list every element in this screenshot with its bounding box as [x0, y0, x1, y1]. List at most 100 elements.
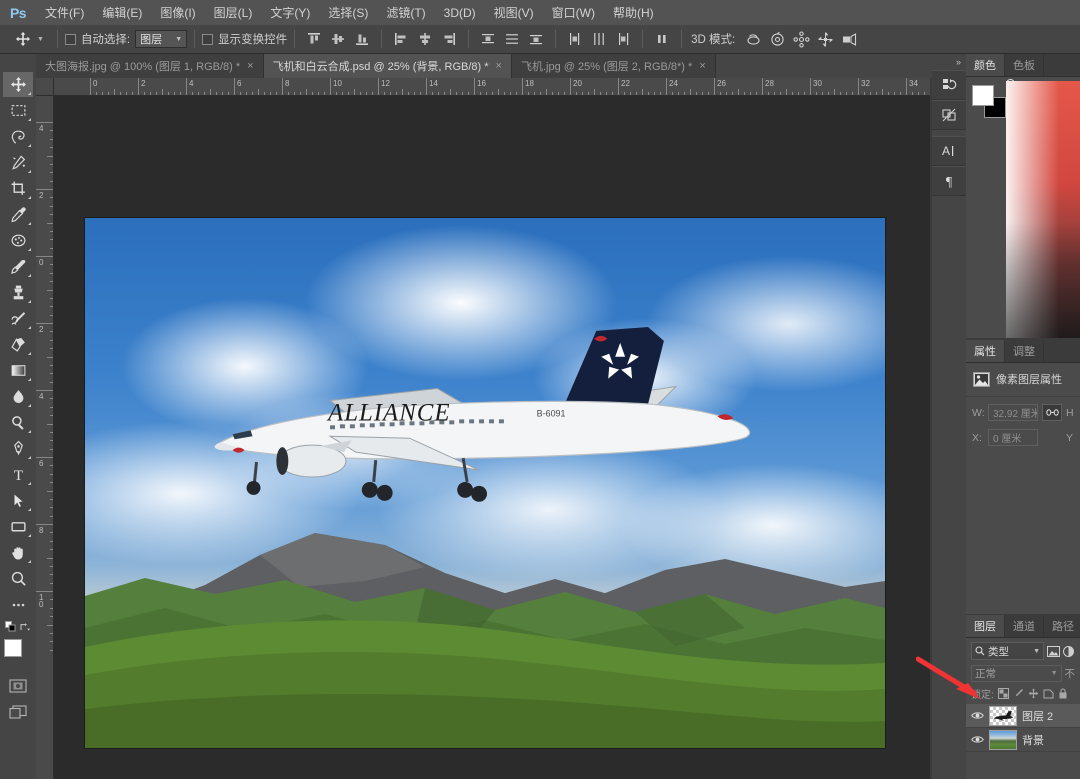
layer-filter-dropdown[interactable]: 类型 ▼	[971, 642, 1044, 660]
auto-select-dropdown[interactable]: 图层 ▼	[135, 30, 187, 48]
quick-mask-mode-icon[interactable]	[3, 673, 33, 698]
foreground-color-swatch[interactable]	[4, 639, 22, 657]
rotate-3d-icon[interactable]	[741, 28, 765, 50]
menu-item-3d[interactable]: 3D(D)	[435, 0, 485, 25]
lasso-tool-icon[interactable]	[3, 124, 33, 149]
layer-thumbnail[interactable]	[989, 706, 1017, 726]
layer-row-2[interactable]: 背景	[966, 728, 1080, 752]
tab-layers[interactable]: 图层	[966, 615, 1005, 637]
menu-item-help[interactable]: 帮助(H)	[604, 0, 663, 25]
tool-preset-chevron-icon[interactable]: ▼	[37, 36, 44, 43]
paragraph-panel-icon[interactable]: ¶	[932, 166, 966, 196]
align-more-icon[interactable]	[650, 28, 674, 50]
color-picker-marker[interactable]	[1006, 79, 1015, 88]
layer-comps-panel-icon[interactable]	[932, 100, 966, 130]
x-field[interactable]: 0 厘米	[988, 429, 1038, 446]
lock-all-icon[interactable]	[1058, 688, 1068, 699]
lock-transparent-pixels-icon[interactable]	[998, 688, 1009, 699]
align-vertical-centers-icon[interactable]	[326, 28, 350, 50]
menu-item-file[interactable]: 文件(F)	[36, 0, 93, 25]
character-panel-icon[interactable]: A	[932, 136, 966, 166]
menu-item-type[interactable]: 文字(Y)	[261, 0, 319, 25]
spot-healing-brush-tool-icon[interactable]	[3, 228, 33, 253]
align-right-edges-icon[interactable]	[437, 28, 461, 50]
menu-item-select[interactable]: 选择(S)	[319, 0, 377, 25]
canvas-area[interactable]: ALLIANCE B-6091	[54, 96, 930, 779]
history-brush-tool-icon[interactable]	[3, 306, 33, 331]
foreground-color-swatch[interactable]	[972, 85, 994, 106]
menu-item-view[interactable]: 视图(V)	[485, 0, 543, 25]
distribute-top-edges-icon[interactable]	[476, 28, 500, 50]
move-tool-icon[interactable]	[3, 72, 33, 97]
tab-color[interactable]: 颜色	[966, 54, 1005, 76]
distribute-horizontal-centers-icon[interactable]	[587, 28, 611, 50]
foreground-background-swatches[interactable]	[3, 639, 33, 669]
blend-mode-dropdown[interactable]: 正常 ▼	[971, 665, 1062, 682]
eraser-tool-icon[interactable]	[3, 332, 33, 357]
color-spectrum-ramp[interactable]	[1006, 81, 1080, 338]
layer-row-1[interactable]: 图层 2	[966, 704, 1080, 728]
document-tab-3[interactable]: 飞机.jpg @ 25% (图层 2, RGB/8*) * ×	[512, 54, 716, 78]
move-tool-icon[interactable]	[10, 28, 36, 50]
menu-item-image[interactable]: 图像(I)	[151, 0, 204, 25]
slide-3d-icon[interactable]	[813, 28, 837, 50]
clone-stamp-tool-icon[interactable]	[3, 280, 33, 305]
history-panel-icon[interactable]	[932, 70, 966, 100]
auto-select-checkbox[interactable]	[65, 34, 76, 45]
quick-selection-tool-icon[interactable]	[3, 150, 33, 175]
blur-tool-icon[interactable]	[3, 384, 33, 409]
eyedropper-tool-icon[interactable]	[3, 202, 33, 227]
distribute-vertical-centers-icon[interactable]	[500, 28, 524, 50]
document-tab-1[interactable]: 大图海报.jpg @ 100% (图层 1, RGB/8) * ×	[36, 54, 264, 78]
eye-visibility-icon[interactable]	[970, 711, 984, 720]
rectangular-marquee-tool-icon[interactable]	[3, 98, 33, 123]
crop-tool-icon[interactable]	[3, 176, 33, 201]
menu-item-edit[interactable]: 编辑(E)	[93, 0, 151, 25]
align-top-edges-icon[interactable]	[302, 28, 326, 50]
screen-mode-icon[interactable]	[3, 699, 33, 724]
vertical-ruler[interactable]: 420246810	[36, 96, 54, 779]
show-transform-controls-checkbox[interactable]	[202, 34, 213, 45]
distribute-bottom-edges-icon[interactable]	[524, 28, 548, 50]
tab-swatches[interactable]: 色板	[1005, 54, 1044, 76]
brush-tool-icon[interactable]	[3, 254, 33, 279]
pen-tool-icon[interactable]	[3, 436, 33, 461]
distribute-left-edges-icon[interactable]	[563, 28, 587, 50]
roll-3d-icon[interactable]	[765, 28, 789, 50]
link-dimensions-icon[interactable]	[1042, 404, 1062, 421]
lock-image-pixels-icon[interactable]	[1013, 688, 1024, 699]
type-tool-icon[interactable]: T	[3, 462, 33, 487]
color-panel-body[interactable]	[966, 77, 1080, 338]
drag-3d-icon[interactable]	[789, 28, 813, 50]
align-bottom-edges-icon[interactable]	[350, 28, 374, 50]
horizontal-ruler[interactable]: 0246810121416182022242628303234	[54, 78, 930, 96]
width-field[interactable]: 32.92 厘米	[988, 404, 1038, 421]
close-icon[interactable]: ×	[247, 61, 253, 72]
align-horizontal-centers-icon[interactable]	[413, 28, 437, 50]
path-selection-tool-icon[interactable]	[3, 488, 33, 513]
tab-properties[interactable]: 属性	[966, 340, 1005, 362]
collapse-panels-icon[interactable]: »	[932, 54, 966, 70]
dodge-tool-icon[interactable]	[3, 410, 33, 435]
filter-adjustment-icon[interactable]	[1063, 646, 1075, 657]
eye-visibility-icon[interactable]	[970, 735, 984, 744]
rectangle-tool-icon[interactable]	[3, 514, 33, 539]
chevron-down-icon[interactable]: ▼	[1033, 648, 1040, 655]
edit-toolbar-icon[interactable]	[3, 592, 33, 617]
ruler-origin-corner[interactable]	[36, 78, 54, 96]
lock-position-icon[interactable]	[1028, 688, 1039, 699]
tab-channels[interactable]: 通道	[1005, 615, 1044, 637]
tab-adjustments[interactable]: 调整	[1005, 340, 1044, 362]
layer-thumbnail[interactable]	[989, 730, 1017, 750]
auto-select-group[interactable]: 自动选择: 图层 ▼	[65, 30, 187, 48]
filter-pixel-icon[interactable]	[1047, 646, 1060, 657]
color-panel-swatches[interactable]	[972, 85, 1008, 119]
menu-item-layer[interactable]: 图层(L)	[205, 0, 262, 25]
document-artboard[interactable]: ALLIANCE B-6091	[85, 218, 885, 748]
align-left-edges-icon[interactable]	[389, 28, 413, 50]
gradient-tool-icon[interactable]	[3, 358, 33, 383]
scale-3d-icon[interactable]	[837, 28, 861, 50]
menu-item-filter[interactable]: 滤镜(T)	[377, 0, 434, 25]
default-foreground-background-icon[interactable]	[5, 621, 17, 633]
menu-item-window[interactable]: 窗口(W)	[543, 0, 604, 25]
